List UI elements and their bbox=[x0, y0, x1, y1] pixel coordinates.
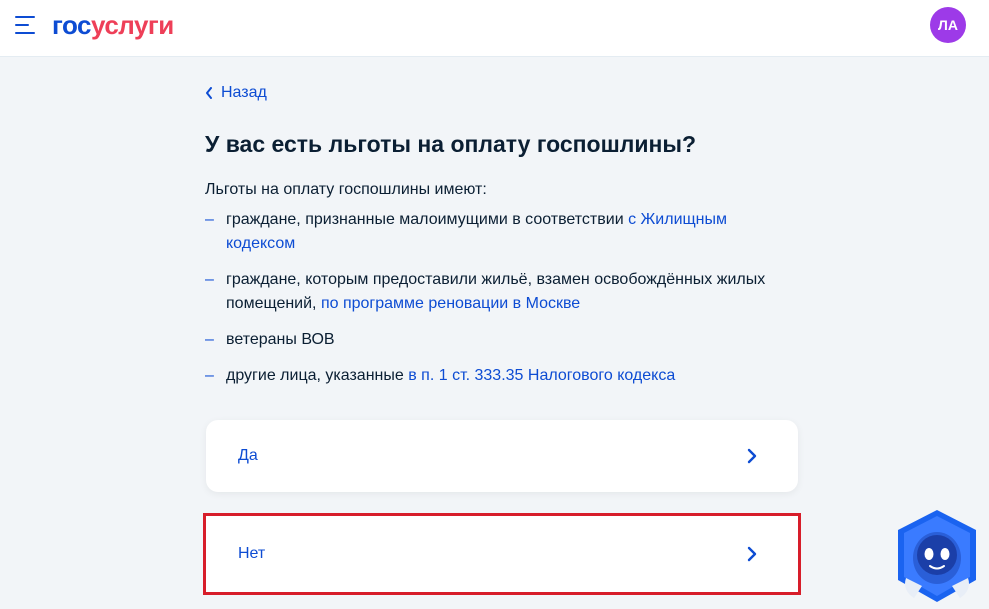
option-yes-button[interactable]: Да bbox=[206, 420, 798, 492]
chevron-left-icon bbox=[206, 87, 212, 99]
list-item-text: ветераны ВОВ bbox=[226, 331, 335, 348]
option-no-label: Нет bbox=[238, 545, 266, 562]
option-yes-label: Да bbox=[238, 447, 258, 464]
menu-icon[interactable] bbox=[15, 16, 35, 34]
tax-code-link[interactable]: в п. 1 ст. 333.35 Налогового кодекса bbox=[408, 367, 675, 384]
list-item-text: другие лица, указанные bbox=[226, 367, 409, 384]
list-item: – граждане, которым предоставили жильё, … bbox=[205, 268, 785, 316]
page-title: У вас есть льготы на оплату госпошлины? bbox=[205, 131, 697, 157]
list-dash: – bbox=[205, 271, 214, 288]
list-dash: – bbox=[205, 367, 214, 384]
robot-assistant-icon[interactable] bbox=[892, 508, 982, 604]
list-dash: – bbox=[205, 211, 214, 228]
user-avatar[interactable]: ЛА bbox=[930, 7, 966, 43]
list-item: – граждане, признанные малоимущими в соо… bbox=[205, 208, 785, 256]
back-label: Назад bbox=[221, 84, 267, 101]
logo-part-1: гос bbox=[52, 10, 92, 40]
chevron-right-icon bbox=[747, 448, 757, 464]
option-no-button[interactable]: Нет bbox=[203, 513, 801, 595]
back-link[interactable]: Назад bbox=[205, 83, 267, 103]
intro-text: Льготы на оплату госпошлины имеют: bbox=[205, 181, 487, 198]
chevron-right-icon bbox=[747, 546, 757, 562]
list-item: – ветераны ВОВ bbox=[205, 328, 785, 352]
list-item: – другие лица, указанные в п. 1 ст. 333.… bbox=[205, 364, 785, 388]
benefits-list: – граждане, признанные малоимущими в соо… bbox=[205, 208, 785, 400]
header: госуслуги ЛА bbox=[0, 0, 989, 57]
renovation-program-link[interactable]: по программе реновации в Москве bbox=[321, 295, 580, 312]
list-item-text: граждане, признанные малоимущими в соотв… bbox=[226, 211, 629, 228]
list-dash: – bbox=[205, 331, 214, 348]
logo-part-2: услуги bbox=[91, 10, 174, 40]
gosuslugi-logo[interactable]: госуслуги bbox=[52, 10, 174, 40]
